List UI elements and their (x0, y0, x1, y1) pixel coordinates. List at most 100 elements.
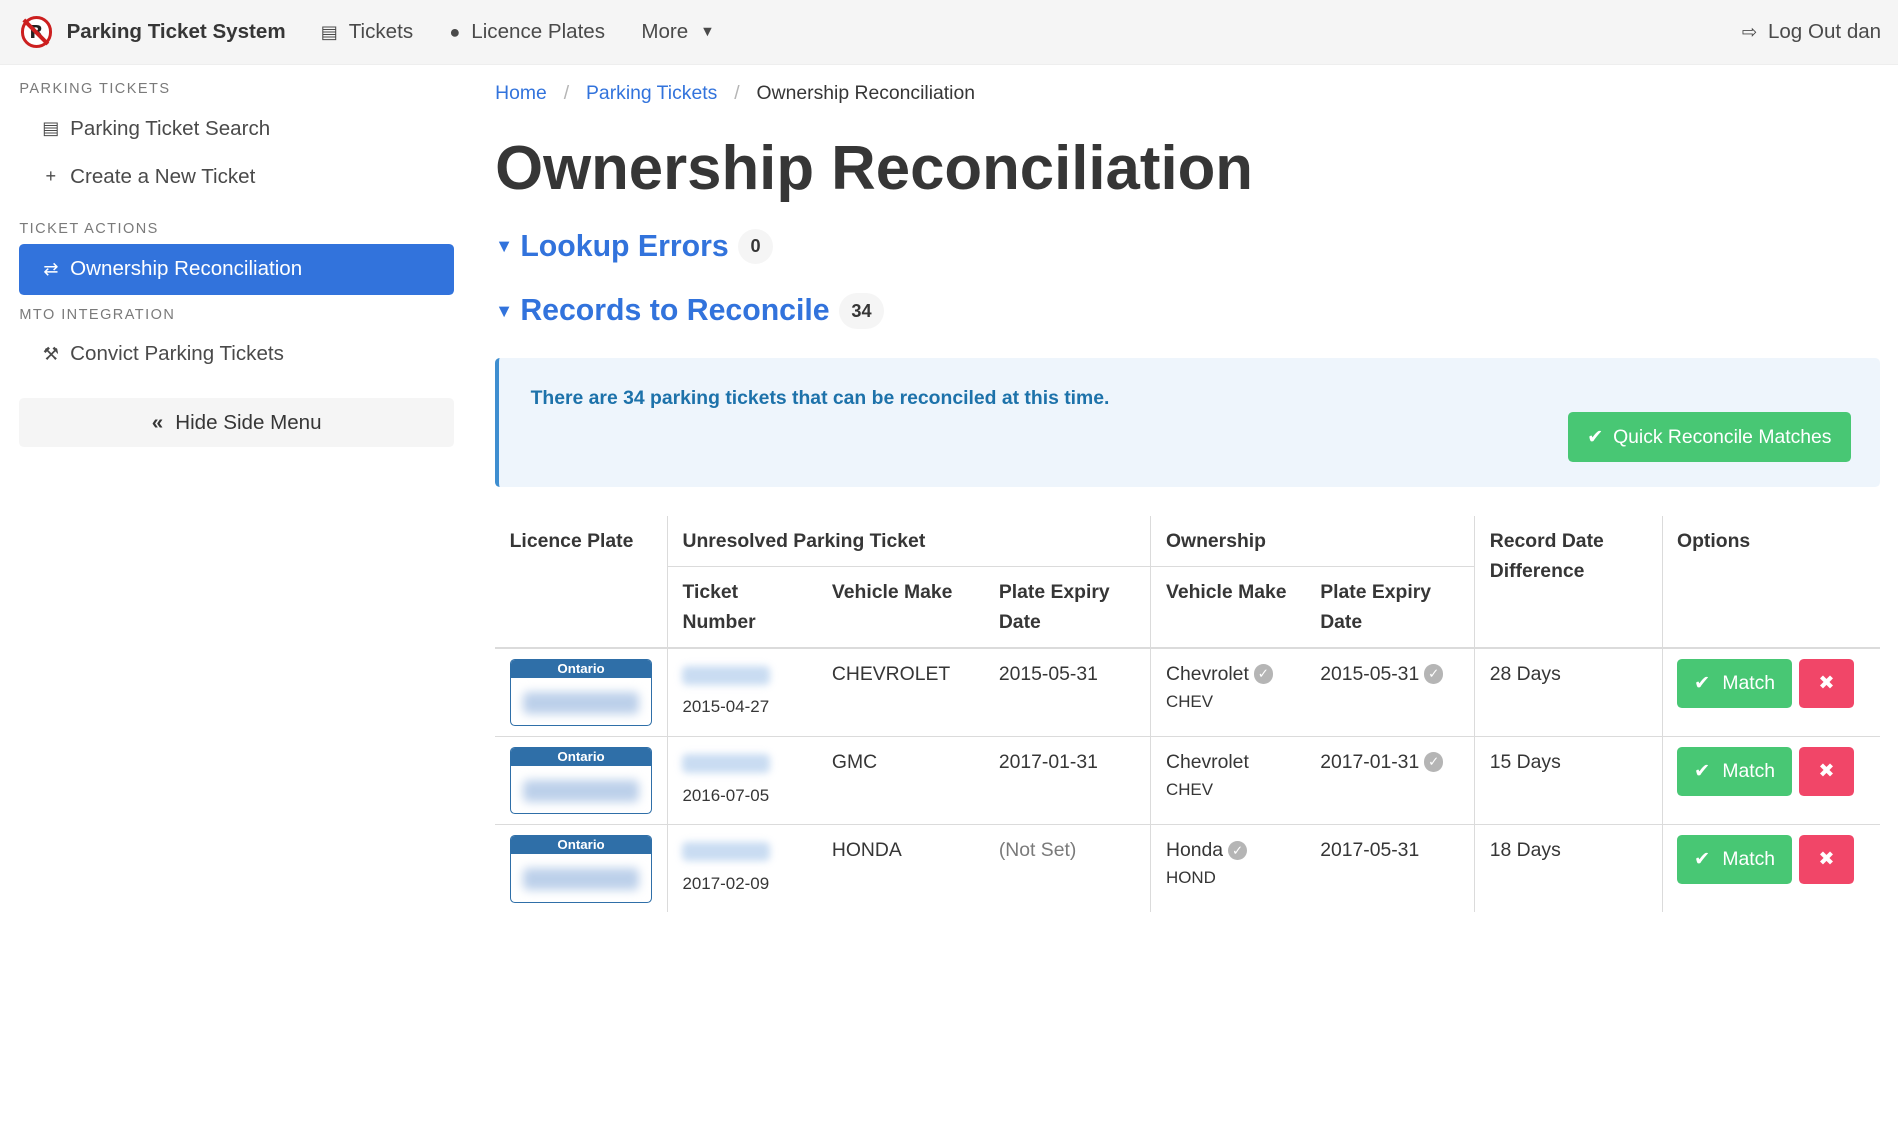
car-icon: ● (449, 21, 461, 42)
record-date-difference: 15 Days (1474, 736, 1663, 825)
nav-tickets-label: Tickets (348, 20, 414, 44)
ticket-plate-expiry: 2017-01-31 (984, 736, 1151, 825)
ticket-number-link-redacted[interactable] (682, 665, 770, 686)
col-group-unresolved: Unresolved Parking Ticket (666, 516, 1151, 567)
ticket-date: 2015-04-27 (682, 697, 770, 717)
breadcrumb-home[interactable]: Home (495, 82, 547, 105)
col-vehicle-make: Vehicle Make (817, 566, 985, 649)
match-label: Match (1722, 848, 1776, 871)
people-arrows-icon: ⇄ (43, 258, 59, 279)
check-circle-icon: ✓ (1424, 752, 1444, 772)
col-ticket-number: Ticket Number (666, 566, 818, 649)
col-licence-plate: Licence Plate (495, 516, 668, 649)
quick-reconcile-label: Quick Reconcile Matches (1613, 425, 1832, 448)
ticket-number-link-redacted[interactable] (682, 842, 770, 862)
match-label: Match (1722, 672, 1776, 695)
check-circle-icon: ✓ (1253, 664, 1274, 684)
times-icon: ✖ (1818, 848, 1835, 871)
ticket-vehicle-make: HONDA (817, 824, 985, 913)
ownership-make-code: CHEV (1165, 779, 1214, 799)
check-circle-icon: ✓ (1227, 840, 1248, 860)
licence-plate-image[interactable]: Ontario (509, 834, 653, 903)
sidebar-item-label: Ownership Reconciliation (70, 257, 303, 281)
ownership-vehicle-make: Chevrolet (1165, 662, 1249, 685)
nav-more-label: More (641, 20, 689, 44)
chevron-down-icon: ▼ (700, 24, 715, 41)
table-row: Ontario 2016-07-05 GMC 2017-01-31 Chevro… (495, 736, 1880, 825)
brand-link[interactable]: R Parking Ticket System (0, 16, 286, 48)
ticket-date: 2016-07-05 (682, 785, 770, 805)
side-menu: Parking Tickets ▤ Parking Ticket Search … (19, 65, 454, 448)
reconcile-notice: There are 34 parking tickets that can be… (495, 357, 1880, 488)
quick-reconcile-matches-button[interactable]: ✔ Quick Reconcile Matches (1567, 412, 1851, 462)
nav-licence-plates-label: Licence Plates (471, 20, 606, 44)
lookup-errors-toggle[interactable]: ▼ Lookup Errors 0 (495, 228, 1880, 265)
ownership-plate-expiry: 2017-01-31 (1320, 750, 1420, 773)
angle-double-left-icon: « (151, 410, 164, 434)
check-circle-icon: ✓ (1424, 664, 1444, 684)
notice-text: There are 34 parking tickets that can be… (530, 386, 1110, 409)
breadcrumb-separator: / (734, 81, 740, 104)
nav-tickets[interactable]: ▤ Tickets (303, 0, 432, 65)
sidebar-item-label: Convict Parking Tickets (70, 342, 284, 366)
plate-number-redacted (522, 868, 640, 891)
menu-label-parking-tickets: Parking Tickets (19, 81, 171, 98)
record-date-difference: 28 Days (1474, 647, 1663, 737)
ownership-make-code: HOND (1165, 868, 1216, 888)
sidebar-item-create-ticket[interactable]: + Create a New Ticket (19, 153, 454, 201)
menu-label-mto-integration: MTO Integration (19, 306, 176, 323)
hide-side-menu-button[interactable]: « Hide Side Menu (19, 397, 454, 448)
ticket-vehicle-make: CHEVROLET (817, 647, 985, 737)
breadcrumb-parking-tickets[interactable]: Parking Tickets (586, 82, 717, 105)
file-icon: ▤ (320, 21, 338, 42)
plate-province: Ontario (510, 835, 652, 854)
nav-more-dropdown[interactable]: More ▼ (623, 0, 733, 65)
sidebar-item-label: Parking Ticket Search (70, 116, 271, 140)
breadcrumb: Home / Parking Tickets / Ownership Recon… (495, 65, 1880, 121)
ownership-plate-expiry: 2017-05-31 (1320, 838, 1420, 861)
plate-number-redacted (522, 692, 640, 715)
hide-side-menu-label: Hide Side Menu (175, 410, 322, 434)
match-button[interactable]: ✔ Match (1677, 658, 1792, 709)
records-to-reconcile-title: Records to Reconcile (520, 294, 830, 328)
sidebar-item-ownership-reconciliation[interactable]: ⇄ Ownership Reconciliation (19, 243, 454, 295)
breadcrumb-current: Ownership Reconciliation (756, 81, 975, 104)
brand-name: Parking Ticket System (66, 20, 286, 44)
times-icon: ✖ (1818, 760, 1835, 783)
table-row: Ontario 2015-04-27 CHEVROLET 2015-05-31 … (495, 647, 1880, 737)
licence-plate-image[interactable]: Ontario (509, 658, 653, 727)
ownership-plate-expiry: 2015-05-31 (1320, 662, 1420, 685)
logout-link[interactable]: ⇨ Log Out dan (1724, 0, 1898, 65)
match-button[interactable]: ✔ Match (1677, 746, 1792, 797)
dismiss-button[interactable]: ✖ (1799, 658, 1854, 709)
dismiss-button[interactable]: ✖ (1799, 746, 1854, 797)
sidebar-item-parking-ticket-search[interactable]: ▤ Parking Ticket Search (19, 104, 454, 152)
col-plate-expiry: Plate Expiry Date (984, 566, 1151, 649)
sidebar-item-convict-parking-tickets[interactable]: ⚒ Convict Parking Tickets (19, 330, 454, 378)
ticket-vehicle-make: GMC (817, 736, 985, 825)
file-icon: ▤ (42, 118, 60, 139)
times-icon: ✖ (1818, 672, 1835, 695)
logout-label: Log Out dan (1767, 20, 1882, 44)
no-parking-logo-icon: R (20, 16, 53, 48)
match-button[interactable]: ✔ Match (1677, 834, 1792, 885)
menu-label-ticket-actions: Ticket Actions (19, 220, 159, 237)
plate-province: Ontario (510, 659, 652, 678)
ticket-number-link-redacted[interactable] (682, 753, 770, 774)
dismiss-button[interactable]: ✖ (1799, 834, 1854, 885)
records-to-reconcile-toggle[interactable]: ▼ Records to Reconcile 34 (495, 293, 1880, 329)
reconcile-table: Licence Plate Unresolved Parking Ticket … (495, 516, 1880, 913)
ticket-plate-expiry: (Not Set) (984, 824, 1151, 913)
lookup-errors-count-badge: 0 (738, 228, 773, 265)
nav-licence-plates[interactable]: ● Licence Plates (431, 0, 623, 65)
main-content: Home / Parking Tickets / Ownership Recon… (495, 65, 1880, 913)
match-label: Match (1722, 760, 1776, 783)
licence-plate-image[interactable]: Ontario (509, 746, 653, 815)
ticket-date: 2017-02-09 (682, 873, 770, 893)
sign-out-icon: ⇨ (1741, 21, 1758, 42)
record-date-difference: 18 Days (1474, 824, 1663, 913)
breadcrumb-separator: / (563, 81, 570, 104)
col-own-vehicle-make: Vehicle Make (1150, 566, 1306, 649)
col-group-ownership: Ownership (1150, 516, 1475, 567)
check-icon: ✔ (1693, 760, 1711, 783)
